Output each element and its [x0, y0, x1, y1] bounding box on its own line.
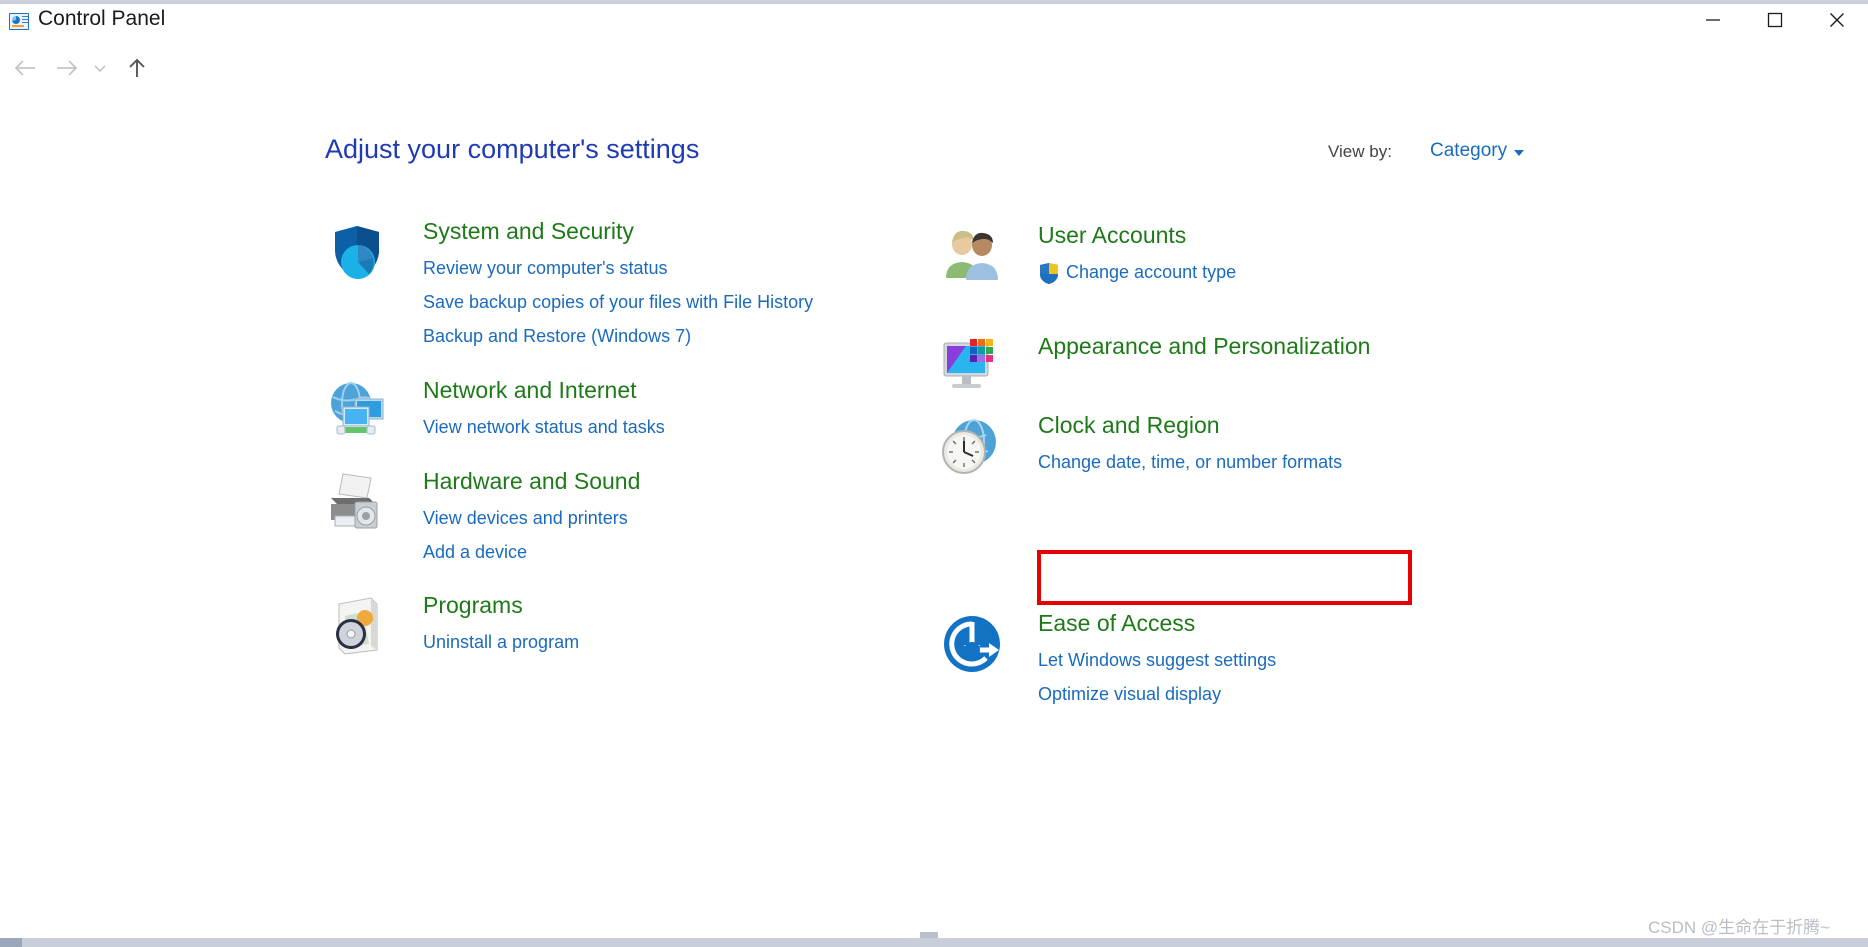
maximize-button[interactable] [1744, 0, 1806, 40]
window-title: Control Panel [38, 7, 166, 30]
category-link[interactable]: View network status and tasks [423, 417, 665, 438]
control-panel-icon-bars [22, 16, 28, 24]
taskbar-strip [0, 938, 1868, 947]
two-users-icon [940, 224, 1004, 288]
view-by-label: View by: [1328, 142, 1392, 161]
category-link[interactable]: Let Windows suggest settings [1038, 650, 1276, 671]
category-link-highlighted[interactable]: Change date, time, or number formats [1038, 452, 1342, 473]
category-link[interactable]: Optimize visual display [1038, 684, 1221, 705]
control-panel-icon-pie [12, 16, 20, 24]
clock-globe-icon [940, 414, 1004, 478]
chevron-down-icon[interactable] [1514, 150, 1524, 156]
category-link[interactable]: Uninstall a program [423, 632, 579, 653]
control-panel-icon [9, 13, 29, 30]
back-arrow-icon[interactable] [8, 51, 42, 85]
control-panel-icon-slider [12, 25, 24, 27]
category-link[interactable]: Change account type [1066, 262, 1236, 283]
category-link[interactable]: Backup and Restore (Windows 7) [423, 326, 691, 347]
shield-pie-icon [325, 220, 389, 284]
title-bar-accent [0, 0, 1868, 4]
title-bar: Control Panel [0, 0, 1868, 44]
category-link[interactable]: View devices and printers [423, 508, 628, 529]
category-title[interactable]: Network and Internet [423, 377, 637, 404]
forward-arrow-icon[interactable] [50, 51, 84, 85]
category-title[interactable]: Hardware and Sound [423, 468, 640, 495]
ease-of-access-icon [940, 612, 1004, 676]
close-button[interactable] [1806, 0, 1868, 40]
view-by-value[interactable]: Category [1430, 140, 1507, 162]
taskbar-strip-left [0, 938, 22, 947]
recent-locations-chevron-icon[interactable] [88, 51, 112, 85]
minimize-button[interactable] [1682, 0, 1744, 40]
category-title[interactable]: System and Security [423, 218, 634, 245]
category-link[interactable]: Review your computer's status [423, 258, 668, 279]
category-title[interactable]: Ease of Access [1038, 610, 1195, 637]
content-area: Adjust your computer's settings View by:… [0, 92, 1868, 920]
category-link[interactable]: Save backup copies of your files with Fi… [423, 292, 813, 313]
category-title[interactable]: Appearance and Personalization [1038, 333, 1370, 360]
up-arrow-icon[interactable] [120, 51, 154, 85]
category-title[interactable]: Programs [423, 592, 523, 619]
monitor-palette-icon [940, 335, 1004, 399]
navigation-bar: › Control Panel › Search Control Panel [0, 44, 1868, 132]
category-link[interactable]: Add a device [423, 542, 527, 563]
printer-icon [325, 470, 389, 534]
category-title[interactable]: User Accounts [1038, 222, 1186, 249]
highlight-annotation-rectangle [1037, 550, 1412, 605]
category-title[interactable]: Clock and Region [1038, 412, 1220, 439]
page-title: Adjust your computer's settings [325, 134, 700, 164]
watermark: CSDN @生命在于折腾~ [1648, 918, 1831, 937]
software-box-cd-icon [325, 594, 389, 658]
uac-shield-icon [1038, 262, 1060, 285]
globe-monitors-icon [325, 379, 389, 443]
